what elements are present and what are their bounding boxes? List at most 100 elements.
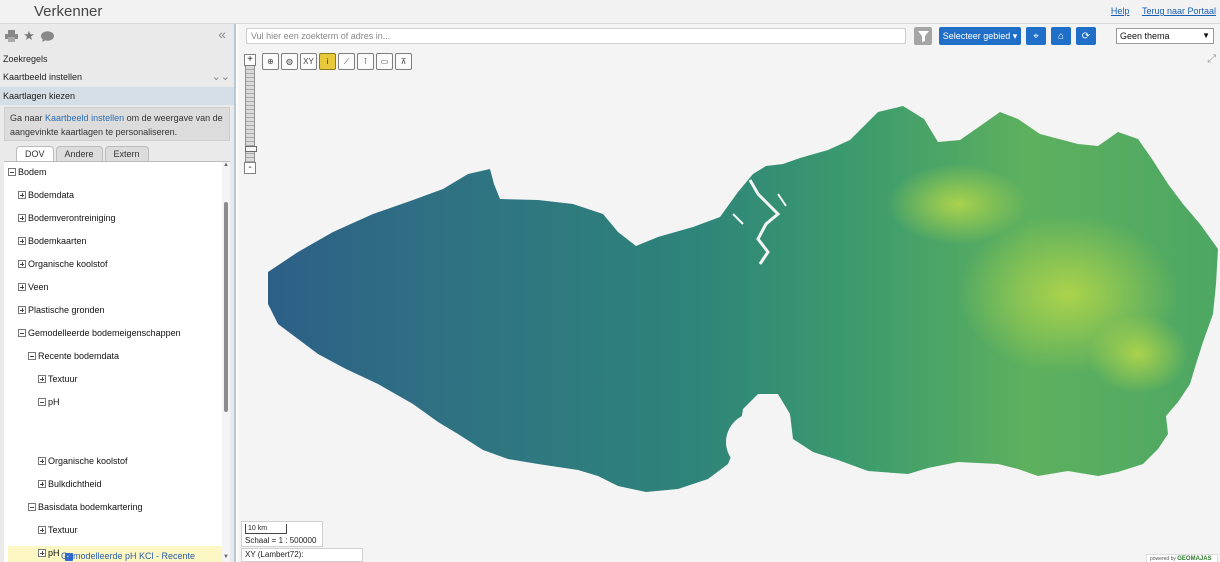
zoom-in-button[interactable]: + [244, 54, 256, 66]
home-icon: ⌂ [1057, 30, 1065, 42]
tree-item[interactable]: Recente bodemdata [28, 347, 226, 365]
expand-icon[interactable] [38, 526, 46, 534]
hint-box: Ga naar Kaartbeeld instellen om de weerg… [4, 107, 230, 141]
tree-item-label: pH [48, 548, 60, 558]
tree-item[interactable]: Textuur [38, 521, 226, 539]
collapse-icon[interactable] [38, 398, 46, 406]
refresh-button[interactable]: ⟳ [1076, 27, 1096, 45]
tree-item-label: Bodemkaarten [28, 236, 87, 246]
expand-icon[interactable] [38, 457, 46, 465]
ruler-icon[interactable]: ⟋ [338, 53, 355, 70]
tree-item-label: Gemodelleerde bodemeigenschappen [28, 328, 181, 338]
zoom-slider[interactable] [245, 66, 257, 162]
scale-box: 10 km Schaal = 1 : 500000 [241, 521, 323, 547]
scroll-thumb[interactable] [224, 202, 228, 412]
zoom-slider-thumb[interactable] [245, 146, 257, 152]
tree-item[interactable]: pH [38, 544, 226, 562]
collapse-icon[interactable] [8, 168, 16, 176]
filter-button[interactable] [914, 27, 932, 45]
tree-item-label: Organische koolstof [28, 259, 108, 269]
tree-item-label: Organische koolstof [48, 456, 128, 466]
info-icon[interactable]: i [319, 53, 336, 70]
fullscreen-icon[interactable]: ⤢ [1207, 53, 1216, 66]
yellow-zone-southeast [1088, 314, 1188, 394]
tree-item-label: Bodemdata [28, 190, 75, 200]
section-kaartlagen-kiezen[interactable]: Kaartlagen kiezen [0, 87, 234, 105]
expand-icon[interactable] [38, 375, 46, 383]
layer-tree: ✓ Gemodelleerde pH KCl - Recente bodemda… [4, 162, 226, 562]
expand-icon[interactable] [38, 549, 46, 557]
section-kaartbeeld-instellen[interactable]: Kaartbeeld instellen ⌄⌄ [0, 68, 234, 86]
tab-extern[interactable]: Extern [104, 146, 149, 161]
locate-button[interactable]: ⌖ [1026, 27, 1046, 45]
tree-item[interactable]: Organische koolstof [38, 452, 226, 470]
powered-by-badge: powered by GEOMAJAS [1146, 554, 1218, 562]
tree-item[interactable]: Veen [18, 278, 226, 296]
scale-bar: 10 km [245, 524, 287, 534]
expand-icon[interactable] [18, 306, 26, 314]
tab-andere[interactable]: Andere [55, 146, 103, 161]
map-view[interactable]: Selecteer gebied ▾ ⌖ ⌂ ⟳ Geen thema▼ + -… [238, 24, 1220, 562]
refresh-icon: ⟳ [1081, 30, 1091, 42]
tree-item[interactable]: Bodemverontreiniging [18, 209, 226, 227]
map-canvas [268, 106, 1218, 492]
expand-icon[interactable] [18, 191, 26, 199]
tree-item-label: Bodemverontreiniging [28, 213, 116, 223]
expand-icon[interactable] [18, 214, 26, 222]
help-link[interactable]: Help [1111, 6, 1130, 16]
xy-tool[interactable]: XY [300, 53, 317, 70]
tree-item[interactable]: Textuur [38, 370, 226, 388]
tree-item[interactable]: Bodemkaarten [18, 232, 226, 250]
tree-item[interactable]: Basisdata bodemkartering [28, 498, 226, 516]
locate-icon: ⌖ [1033, 30, 1039, 42]
select-area-button[interactable]: Selecteer gebied ▾ [939, 27, 1021, 45]
star-icon[interactable]: ★ [22, 28, 36, 43]
print-icon[interactable] [4, 29, 18, 43]
tree-item-label: Recente bodemdata [38, 351, 120, 361]
tree-item[interactable]: Bodem [8, 163, 224, 181]
filter-icon [917, 30, 929, 42]
home-button[interactable]: ⌂ [1051, 27, 1071, 45]
print-area-icon[interactable]: ▭ [376, 53, 393, 70]
chevron-down-icon: ▼ [1202, 31, 1210, 40]
tree-item[interactable]: pH [38, 393, 226, 411]
tree-item[interactable]: Bulkdichtheid [38, 475, 226, 493]
layer-tabs: DOV Andere Extern [4, 146, 230, 162]
tree-item[interactable]: Organische koolstof [18, 255, 226, 273]
scale-text: Schaal = 1 : 500000 [245, 536, 317, 545]
scroll-up-icon[interactable]: ▲ [222, 162, 230, 168]
expand-icon[interactable] [18, 237, 26, 245]
comment-icon[interactable] [40, 29, 54, 43]
expand-icon[interactable] [38, 480, 46, 488]
expand-icon[interactable] [18, 283, 26, 291]
expand-icon[interactable] [18, 260, 26, 268]
tree-item[interactable]: Bodemdata [18, 186, 226, 204]
tree-item-label: Bulkdichtheid [48, 479, 102, 489]
top-bar: Verkenner Help Terug naar Portaal [0, 0, 1220, 24]
kaartbeeld-instellen-link[interactable]: Kaartbeeld instellen [45, 113, 124, 123]
globe-icon[interactable]: ◍ [281, 53, 298, 70]
xy-readout: XY (Lambert72): [241, 548, 363, 562]
collapse-icon[interactable] [28, 352, 36, 360]
tab-dov[interactable]: DOV [16, 146, 54, 161]
tree-item-label: Textuur [48, 525, 78, 535]
tree-item[interactable]: Gemodelleerde bodemeigenschappen [18, 324, 226, 342]
tree-item-label: Plastische gronden [28, 305, 105, 315]
brussels-gap [726, 412, 790, 472]
search-input[interactable] [246, 28, 906, 44]
measure-icon[interactable]: ⊺ [357, 53, 374, 70]
zoom-out-button[interactable]: - [244, 162, 256, 174]
zoom-icon[interactable]: ⊕ [262, 53, 279, 70]
portal-link[interactable]: Terug naar Portaal [1142, 6, 1216, 16]
theme-select[interactable]: Geen thema ▼ [1116, 28, 1214, 44]
section-zoekregels[interactable]: Zoekregels [0, 50, 234, 68]
scroll-down-icon[interactable]: ▼ [222, 554, 230, 560]
tree-scrollbar[interactable]: ▲ ▼ [222, 162, 230, 562]
double-chevron-left-icon[interactable]: « [218, 26, 226, 42]
legend-icon[interactable]: ⊼ [395, 53, 412, 70]
collapse-icon[interactable] [18, 329, 26, 337]
tree-item[interactable]: Plastische gronden [18, 301, 226, 319]
sidebar: ★ « Zoekregels Kaartbeeld instellen ⌄⌄ Ka… [0, 24, 236, 562]
collapse-icon[interactable] [28, 503, 36, 511]
yellow-zone-north [888, 164, 1028, 244]
